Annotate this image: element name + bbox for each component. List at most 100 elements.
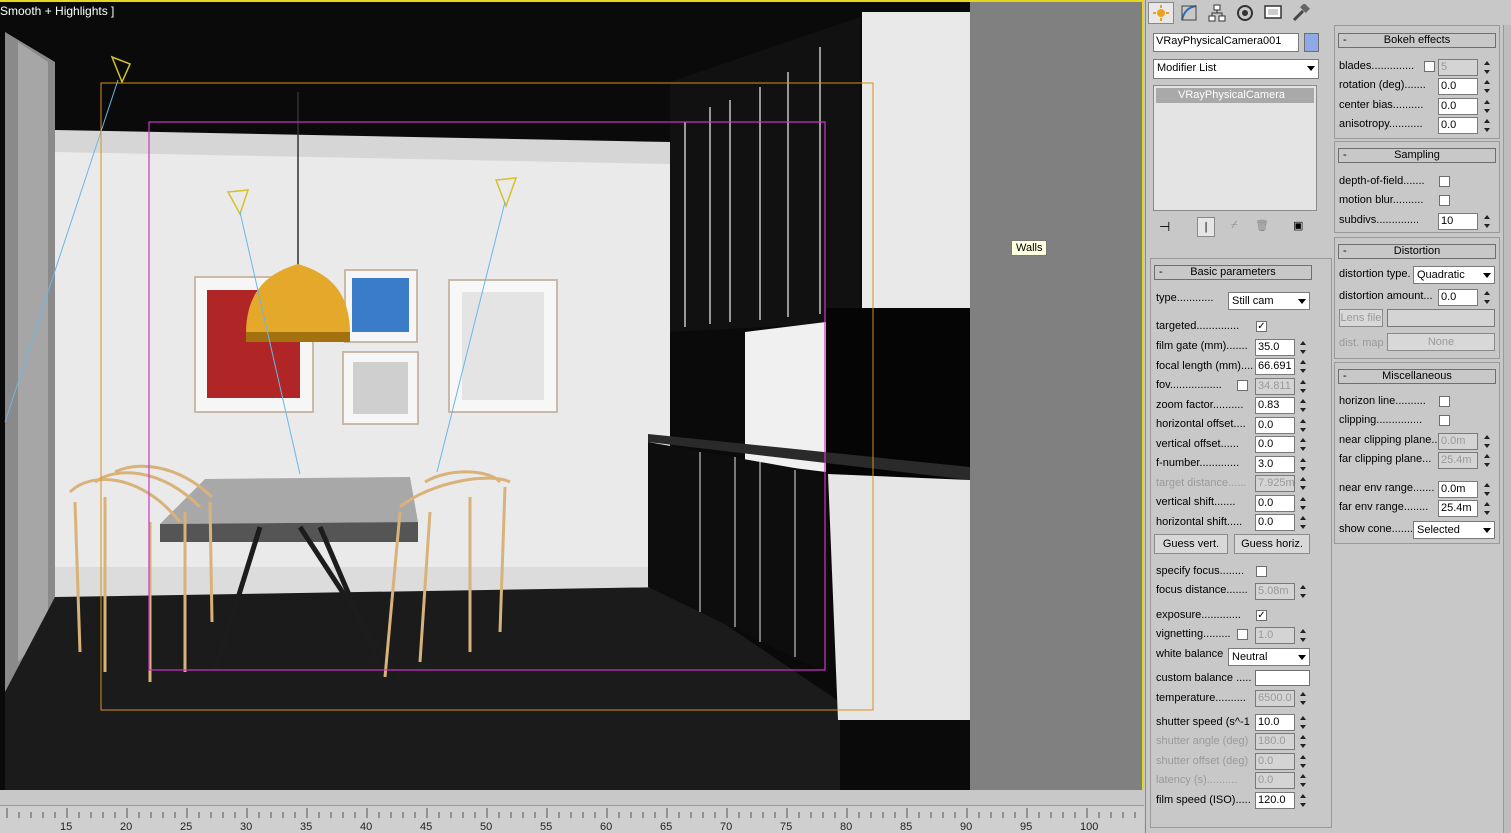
dist-map-button[interactable]: None [1387,333,1495,351]
vertical-offset-input[interactable]: 0.0 [1255,436,1295,453]
specify-focus-checkbox[interactable] [1256,566,1267,577]
film-gate-input[interactable]: 35.0 [1255,339,1295,356]
f-number-spinner[interactable] [1299,456,1308,473]
far-clipping-input[interactable]: 25.4m [1438,452,1478,469]
film-gate-spinner[interactable] [1299,339,1308,356]
blades-spinner[interactable] [1483,59,1492,76]
focal-length-spinner[interactable] [1299,358,1308,375]
dof-checkbox[interactable] [1439,176,1450,187]
create-icon[interactable] [1148,2,1174,24]
distortion-type-dropdown[interactable]: Quadratic [1413,266,1495,284]
near-env-range-input[interactable]: 0.0m [1438,481,1478,498]
modifier-stack[interactable]: VRayPhysicalCamera [1153,85,1317,211]
horizontal-shift-spinner[interactable] [1299,514,1308,531]
near-env-range-spinner[interactable] [1483,481,1492,498]
vignetting-input[interactable]: 1.0 [1255,627,1295,644]
sampling-rollout[interactable]: - Sampling [1338,148,1496,163]
basic-parameters-rollout[interactable]: - Basic parameters [1154,265,1312,280]
fov-input[interactable]: 34.811 [1255,378,1295,395]
film-speed-input[interactable]: 120.0 [1255,792,1295,809]
center-bias-spinner[interactable] [1483,98,1492,115]
shutter-offset-spinner[interactable] [1299,753,1308,770]
modify-icon[interactable] [1176,2,1202,24]
focal-length-input[interactable]: 66.691 [1255,358,1295,375]
fov-spinner[interactable] [1299,378,1308,395]
shutter-offset-input[interactable]: 0.0 [1255,753,1295,770]
panel-scrollbar[interactable] [1503,25,1511,833]
near-clipping-input[interactable]: 0.0m [1438,433,1478,450]
motion-blur-checkbox[interactable] [1439,195,1450,206]
shutter-speed-spinner[interactable] [1299,714,1308,731]
distortion-rollout[interactable]: - Distortion [1338,244,1496,259]
fov-checkbox[interactable] [1237,380,1248,391]
vertical-offset-spinner[interactable] [1299,436,1308,453]
temperature-spinner[interactable] [1299,690,1308,707]
object-name-field[interactable]: VRayPhysicalCamera001 [1153,33,1299,52]
misc-rollout[interactable]: - Miscellaneous [1338,369,1496,384]
custom-balance-swatch[interactable] [1255,670,1310,686]
distortion-amount-spinner[interactable] [1483,289,1492,306]
near-clipping-spinner[interactable] [1483,433,1492,450]
anisotropy-spinner[interactable] [1483,117,1492,134]
center-bias-input[interactable]: 0.0 [1438,98,1478,115]
remove-modifier-icon[interactable]: 🗑 [1255,219,1269,232]
show-end-result-icon[interactable]: | [1197,217,1215,237]
horizontal-offset-spinner[interactable] [1299,417,1308,434]
far-clipping-spinner[interactable] [1483,452,1492,469]
camera-type-dropdown[interactable]: Still cam [1228,292,1310,310]
anisotropy-input[interactable]: 0.0 [1438,117,1478,134]
exposure-checkbox[interactable]: ✓ [1256,610,1267,621]
temperature-input[interactable]: 6500.0 [1255,690,1295,707]
modifier-list-dropdown[interactable]: Modifier List [1153,59,1319,79]
focus-distance-spinner[interactable] [1299,583,1308,600]
white-balance-dropdown[interactable]: Neutral [1228,648,1310,666]
lens-file-path[interactable] [1387,309,1495,327]
distortion-amount-input[interactable]: 0.0 [1438,289,1478,306]
f-number-input[interactable]: 3.0 [1255,456,1295,473]
clipping-checkbox[interactable] [1439,415,1450,426]
far-env-range-spinner[interactable] [1483,500,1492,517]
stack-item[interactable]: VRayPhysicalCamera [1156,88,1314,103]
pin-stack-icon[interactable]: ⊣ [1159,219,1170,235]
vignetting-spinner[interactable] [1299,627,1308,644]
zoom-factor-spinner[interactable] [1299,397,1308,414]
horizontal-offset-input[interactable]: 0.0 [1255,417,1295,434]
show-cone-dropdown[interactable]: Selected [1413,521,1495,539]
vignetting-checkbox[interactable] [1237,629,1248,640]
guess-vert-button[interactable]: Guess vert. [1154,534,1228,554]
blades-input[interactable]: 5 [1438,59,1478,76]
subdivs-spinner[interactable] [1483,213,1492,230]
rotation-input[interactable]: 0.0 [1438,78,1478,95]
subdivs-input[interactable]: 10 [1438,213,1478,230]
object-color-swatch[interactable] [1304,33,1319,52]
bokeh-rollout[interactable]: - Bokeh effects [1338,33,1496,48]
focus-distance-input[interactable]: 5.08m [1255,583,1295,600]
far-env-range-input[interactable]: 25.4m [1438,500,1478,517]
viewport[interactable]: Smooth + Highlights ] Walls [0,0,1144,790]
lens-file-button[interactable]: Lens file [1339,309,1383,327]
horizon-line-checkbox[interactable] [1439,396,1450,407]
latency-input[interactable]: 0.0 [1255,772,1295,789]
shutter-angle-spinner[interactable] [1299,733,1308,750]
horizontal-shift-input[interactable]: 0.0 [1255,514,1295,531]
latency-spinner[interactable] [1299,772,1308,789]
configure-sets-icon[interactable]: ▣ [1293,219,1303,232]
zoom-factor-input[interactable]: 0.83 [1255,397,1295,414]
blades-checkbox[interactable] [1424,61,1435,72]
utilities-icon[interactable] [1288,2,1314,24]
shutter-angle-input[interactable]: 180.0 [1255,733,1295,750]
shutter-speed-input[interactable]: 10.0 [1255,714,1295,731]
hierarchy-icon[interactable] [1204,2,1230,24]
vertical-shift-input[interactable]: 0.0 [1255,495,1295,512]
display-icon[interactable] [1260,2,1286,24]
target-distance-input[interactable]: 7.925m [1255,475,1295,492]
film-speed-spinner[interactable] [1299,792,1308,809]
viewport-label[interactable]: Smooth + Highlights ] [0,4,114,18]
target-distance-spinner[interactable] [1299,475,1308,492]
targeted-checkbox[interactable]: ✓ [1256,321,1267,332]
make-unique-icon[interactable]: ⌿ [1231,219,1238,232]
timeline-ruler[interactable]: 15 20 25 30 35 40 45 50 55 60 65 70 75 80 85 90 95 100 [0,805,1144,833]
rotation-spinner[interactable] [1483,78,1492,95]
vertical-shift-spinner[interactable] [1299,495,1308,512]
motion-icon[interactable] [1232,2,1258,24]
